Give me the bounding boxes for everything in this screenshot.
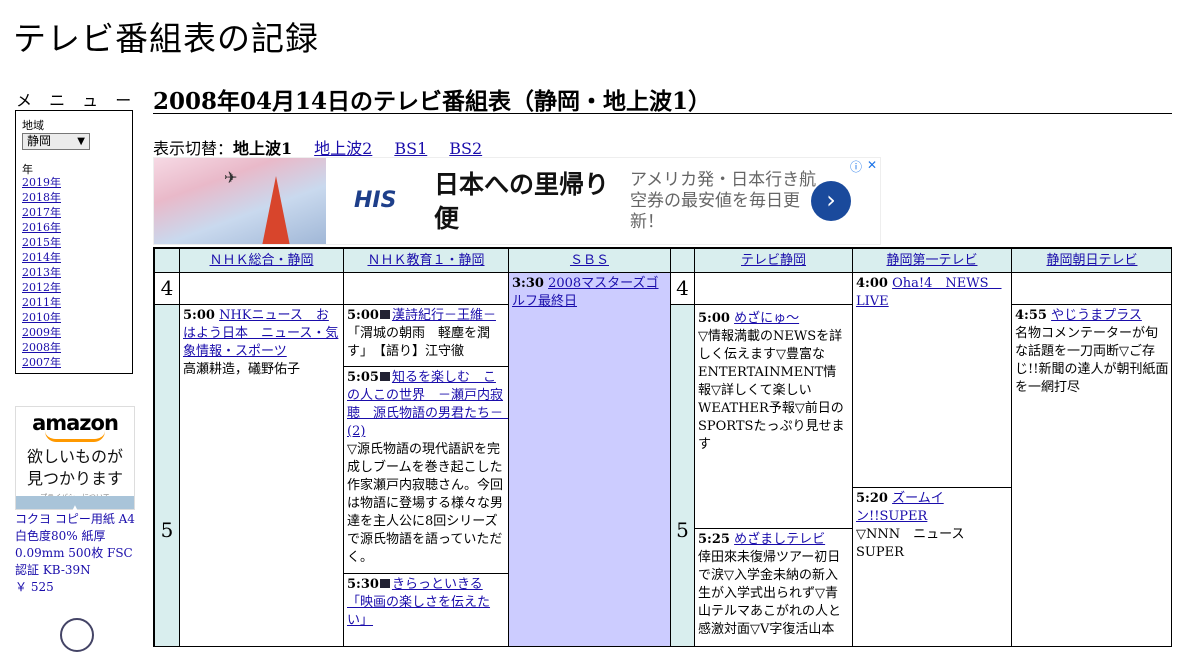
ad-brand-logo: HIS: [354, 188, 397, 213]
hour-label-4-b: 4: [670, 272, 695, 305]
amazon-logo: amazon: [32, 411, 119, 435]
amazon-product-link[interactable]: コクヨ コピー用紙 A4 白色度80% 紙厚0.09mm 500枚 FSC認証 …: [15, 511, 137, 596]
program-etv-0505: 5:05 知るを楽しむ この人この世界 －瀬戸内寂聴 源氏物語の男君たち－ (2)…: [343, 366, 509, 574]
switch-current: 地上波1: [233, 139, 293, 158]
amazon-scroll-strip[interactable]: ▲: [16, 496, 134, 514]
site-title: テレビ番組表の記録: [13, 19, 319, 58]
text-broadcast-icon: [379, 310, 390, 319]
hour-label-4: 4: [154, 272, 180, 305]
empty-slot: [343, 272, 509, 305]
program-desc: 高瀬耕造，礒野佑子: [183, 362, 301, 377]
ad-close-icon[interactable]: ✕: [867, 158, 877, 172]
region-value: 静岡: [27, 134, 52, 148]
program-title-link[interactable]: やじうまプラス: [1051, 308, 1142, 323]
channel-header-sbs[interactable]: ＳＢＳ: [508, 248, 671, 273]
ad-headline: 日本への里帰り便: [434, 170, 610, 233]
channel-header-sat[interactable]: 静岡朝日テレビ: [1011, 248, 1171, 273]
program-desc: ▽NNN ニュースSUPER: [856, 527, 965, 560]
corner-cell: [154, 248, 180, 273]
corner-cell-2: [670, 248, 695, 273]
caption-icon: [379, 372, 390, 381]
program-sdt-0400: 4:00 Oha!4 NEWS LIVE: [852, 272, 1012, 488]
hour-label-5: 5: [154, 304, 180, 646]
ad-photo: ✈: [154, 158, 326, 244]
channel-header-nhk-g[interactable]: ＮＨＫ総合・静岡: [179, 248, 344, 273]
year-link-2008[interactable]: 2008年: [22, 341, 61, 354]
program-title-link[interactable]: 漢詩紀行－王維－: [392, 308, 496, 323]
schedule-table: ＮＨＫ総合・静岡 ＮＨＫ教育１・静岡 ＳＢＳ テレビ静岡 静岡第一テレビ 静岡朝…: [153, 247, 1172, 647]
year-link-2017[interactable]: 2017年: [22, 206, 61, 219]
switch-link-bs2[interactable]: BS2: [449, 139, 482, 158]
switch-link-terrestrial-2[interactable]: 地上波2: [314, 139, 372, 158]
hour-label-5-b: 5: [670, 304, 695, 646]
product-image[interactable]: [60, 618, 94, 652]
channel-header-sdt[interactable]: 静岡第一テレビ: [852, 248, 1012, 273]
empty-slot: [1011, 272, 1171, 305]
ad-go-button[interactable]: ›: [811, 181, 851, 221]
switch-label: 表示切替：: [153, 139, 234, 158]
program-sdt-0520: 5:20 ズームイン!!SUPER ▽NNN ニュースSUPER: [852, 487, 1012, 646]
year-link-2011[interactable]: 2011年: [22, 296, 61, 309]
year-link-2010[interactable]: 2010年: [22, 311, 61, 324]
program-nhk-0500: 5:00 NHKニュース おはよう日本 ニュース・気象情報・スポーツ 高瀬耕造，…: [179, 304, 344, 646]
program-sut-0525: 5:25 めざましテレビ 倖田來未復帰ツアー初日で涙▽入学金未納の新入生が入学式…: [694, 528, 853, 646]
ad-info-icon[interactable]: ⓘ: [850, 158, 862, 175]
region-label: 地域: [22, 119, 44, 132]
empty-slot: [179, 272, 344, 305]
program-sbs-0330: 3:30 2008マスターズゴルフ最終日: [508, 272, 671, 646]
year-link-2013[interactable]: 2013年: [22, 266, 61, 279]
menu-box: 地域 静岡 ▼ 年 2019年 2018年 2017年 2016年 2015年 …: [15, 110, 133, 374]
view-switcher: 表示切替：地上波1 地上波2 BS1 BS2: [153, 135, 504, 159]
banner-ad[interactable]: ✈ HIS 日本への里帰り便 アメリカ発・日本行き航空券の最安値を毎日更新！ ›…: [153, 157, 881, 245]
program-sut-0500: 5:00 めざにゅ～ ▽情報満載のNEWSを詳しく伝えます▽豊富なENTERTA…: [694, 304, 853, 529]
program-etv-0500: 5:00 漢詩紀行－王維－ 「渭城の朝雨 軽塵を潤す」 【語り】江守徹: [343, 304, 509, 367]
year-link-2014[interactable]: 2014年: [22, 251, 61, 264]
channel-header-nhk-e[interactable]: ＮＨＫ教育１・静岡: [343, 248, 509, 273]
year-link-2007[interactable]: 2007年: [22, 356, 61, 369]
menu-heading: メ ニ ュ ー: [16, 91, 138, 110]
switch-link-bs1[interactable]: BS1: [394, 139, 427, 158]
program-title-link[interactable]: めざにゅ～: [734, 311, 799, 326]
year-list: 2019年 2018年 2017年 2016年 2015年 2014年 2013…: [22, 175, 61, 370]
program-desc: 「渭城の朝雨 軽塵を潤す」 【語り】江守徹: [347, 326, 491, 359]
year-link-2012[interactable]: 2012年: [22, 281, 61, 294]
product-title[interactable]: コクヨ コピー用紙 A4 白色度80% 紙厚0.09mm 500枚 FSC認証 …: [15, 512, 135, 577]
amazon-tagline: 欲しいものが 見つかります: [26, 447, 123, 488]
program-sat-0455: 4:55 やじうまプラス 名物コメンテーターが旬な話題を一刀両断▽ご存じ!!新聞…: [1011, 304, 1171, 646]
year-link-2019[interactable]: 2019年: [22, 176, 61, 189]
chevron-down-icon: ▼: [77, 136, 85, 147]
caption-icon: [379, 579, 390, 588]
year-link-2015[interactable]: 2015年: [22, 236, 61, 249]
airplane-icon: ✈: [224, 168, 238, 187]
year-link-2009[interactable]: 2009年: [22, 326, 61, 339]
program-desc: ▽源氏物語の現代語訳を完成しブームを巻き起こした作家瀬戸内寂聴さん。今回は物語に…: [347, 442, 504, 565]
program-etv-0530: 5:30 きらっといきる「映画の楽しさを伝えたい」: [343, 573, 509, 646]
year-link-2016[interactable]: 2016年: [22, 221, 61, 234]
page-title: 2008年04月14日のテレビ番組表（静岡・地上波1）: [153, 82, 1172, 115]
year-link-2018[interactable]: 2018年: [22, 191, 61, 204]
channel-header-sut[interactable]: テレビ静岡: [694, 248, 853, 273]
program-desc: 倖田來未復帰ツアー初日で涙▽入学金未納の新入生が入学式出られず▽青山テルマあこが…: [698, 550, 842, 637]
program-desc: ▽情報満載のNEWSを詳しく伝えます▽豊富なENTERTAINMENT情報▽詳し…: [698, 329, 845, 452]
product-price: ￥ 525: [15, 580, 54, 594]
program-desc: 名物コメンテーターが旬な話題を一刀両断▽ご存じ!!新聞の達人が朝刊紙面を一網打尽: [1015, 326, 1169, 395]
program-title-link[interactable]: めざましテレビ: [734, 532, 825, 547]
tokyo-tower-image: [262, 176, 290, 244]
ad-description: アメリカ発・日本行き航空券の最安値を毎日更新！: [630, 170, 817, 232]
empty-slot: [694, 272, 853, 305]
amazon-ad[interactable]: amazon 欲しいものが見つかります プライバシーについて ▲: [15, 406, 135, 514]
region-select[interactable]: 静岡 ▼: [22, 133, 90, 150]
